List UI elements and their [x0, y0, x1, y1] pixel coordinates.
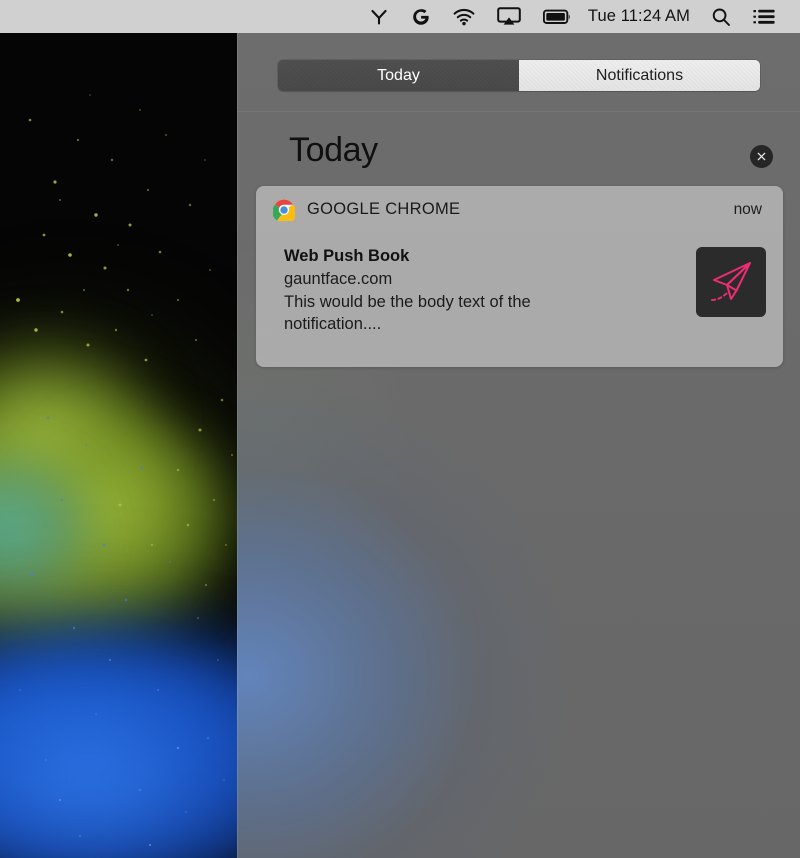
notification-card-body: Web Push Book gauntface.com This would b… — [256, 233, 783, 336]
menubar-wifi-item[interactable] — [442, 0, 486, 33]
menubar: Tue 11:24 AM — [0, 0, 800, 33]
notification-thumbnail — [696, 247, 766, 317]
menubar-fork-item[interactable] — [358, 0, 400, 33]
notification-timestamp: now — [733, 200, 762, 218]
notification-message: This would be the body text of the notif… — [284, 292, 531, 334]
google-icon — [413, 8, 429, 25]
segmented-control[interactable]: Today Notifications — [278, 60, 760, 91]
close-button[interactable] — [750, 145, 773, 168]
menubar-clock[interactable]: Tue 11:24 AM — [582, 0, 700, 33]
notification-app-name: GOOGLE CHROME — [307, 200, 461, 218]
tab-today[interactable]: Today — [278, 60, 519, 91]
tab-today-label: Today — [377, 66, 420, 84]
menubar-notification-center-item[interactable] — [742, 0, 786, 33]
notification-card-header: GOOGLE CHROME now — [256, 186, 783, 233]
notification-text-block: Web Push Book gauntface.com This would b… — [284, 245, 686, 336]
paper-plane-icon — [711, 262, 751, 301]
wifi-icon — [453, 8, 475, 25]
menubar-spotlight-item[interactable] — [700, 0, 742, 33]
screen: Today Notifications Today GOOGLE CHROME … — [0, 0, 800, 858]
page-title: Today — [289, 131, 378, 169]
panel-tabbar: Today Notifications — [237, 33, 800, 112]
menubar-airplay-item[interactable] — [486, 0, 532, 33]
tabbar-divider — [237, 111, 800, 112]
close-icon — [757, 152, 766, 161]
notification-title: Web Push Book — [284, 247, 410, 265]
fork-branch-icon — [371, 9, 387, 25]
tab-notifications-label: Notifications — [595, 66, 684, 84]
chrome-icon — [273, 198, 295, 221]
menubar-battery-item[interactable] — [532, 0, 582, 33]
search-icon — [712, 8, 730, 26]
tab-notifications[interactable]: Notifications — [519, 60, 760, 91]
airplay-icon — [497, 7, 521, 25]
notification-center-panel: Today Notifications Today GOOGLE CHROME … — [237, 33, 800, 858]
battery-icon — [542, 9, 570, 24]
notification-center-icon — [753, 9, 775, 24]
notification-card[interactable]: GOOGLE CHROME now Web Push Book gauntfac… — [256, 186, 783, 367]
notification-site: gauntface.com — [284, 269, 393, 288]
menubar-google-item[interactable] — [400, 0, 442, 33]
today-header: Today — [237, 123, 800, 185]
